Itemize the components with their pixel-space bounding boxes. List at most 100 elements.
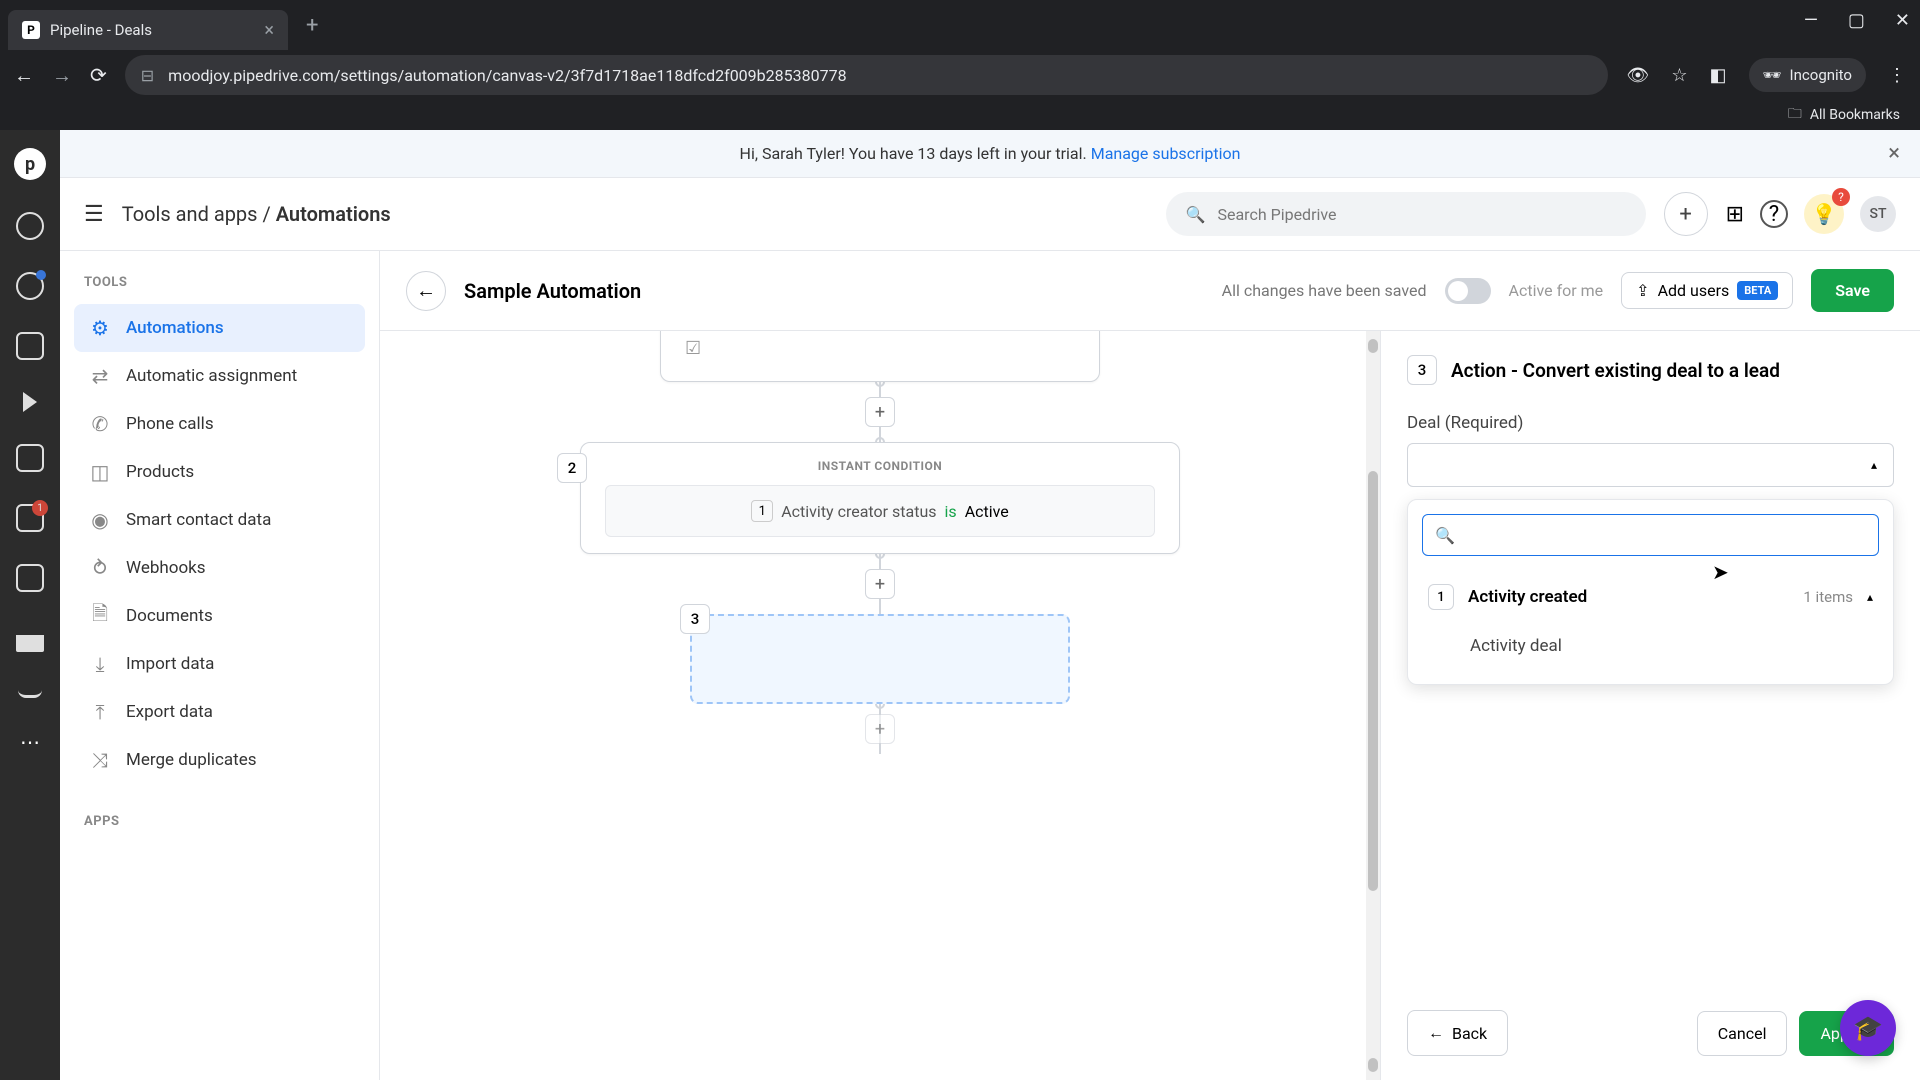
add-users-button[interactable]: ⇪ Add users BETA [1621, 272, 1793, 309]
sidebar-item-export[interactable]: ⤒Export data [74, 688, 365, 736]
rail-campaigns-icon[interactable] [23, 392, 37, 412]
manage-subscription-link[interactable]: Manage subscription [1091, 144, 1241, 163]
import-icon: ⤓ [88, 652, 112, 676]
breadcrumb-parent[interactable]: Tools and apps [122, 202, 258, 226]
minimize-icon[interactable]: — [1804, 10, 1818, 31]
smart-icon: ◉ [88, 508, 112, 532]
help-icon[interactable]: ? [1760, 200, 1788, 228]
incognito-indicator[interactable]: 🕶 Incognito [1749, 58, 1867, 92]
tab-bar: P Pipeline - Deals × + — ▢ ✕ [0, 0, 1920, 50]
back-icon[interactable]: ← [14, 63, 34, 88]
academy-icon: 🎓 [1853, 1014, 1883, 1042]
back-button[interactable]: ← [406, 271, 446, 311]
add-step-button[interactable]: + [865, 714, 895, 744]
sidebar-item-assignment[interactable]: ⇄Automatic assignment [74, 352, 365, 400]
canvas-header: ← Sample Automation All changes have bee… [380, 251, 1920, 331]
avatar[interactable]: ST [1860, 196, 1896, 232]
puzzle-icon[interactable]: ⊞ [1726, 202, 1744, 227]
menu-icon[interactable]: ⋮ [1888, 65, 1906, 86]
condition-value: Active [965, 502, 1009, 521]
cancel-button[interactable]: Cancel [1697, 1011, 1788, 1056]
address-bar: ← → ⟳ ⊟ moodjoy.pipedrive.com/settings/a… [0, 50, 1920, 100]
node-trigger[interactable]: ☑ Activity created [660, 331, 1100, 382]
rail-reports-icon[interactable] [16, 624, 44, 652]
rail-deals-icon[interactable] [16, 272, 44, 300]
new-tab-button[interactable]: + [296, 13, 328, 38]
condition-row[interactable]: 1 Activity creator status is Active [605, 485, 1155, 537]
phone-icon: ✆ [88, 412, 112, 436]
maximize-icon[interactable]: ▢ [1848, 10, 1865, 31]
panel-icon[interactable]: ◧ [1709, 65, 1726, 86]
add-step-button[interactable]: + [865, 397, 895, 427]
icon-rail: p 1 ⋯ [0, 130, 60, 1080]
search-input[interactable]: 🔍 Search Pipedrive [1166, 192, 1646, 236]
help-fab[interactable]: 🎓 [1840, 1000, 1896, 1056]
sidebar-item-import[interactable]: ⤓Import data [74, 640, 365, 688]
node-condition[interactable]: 2 INSTANT CONDITION 1 Activity creator s… [580, 442, 1180, 554]
canvas-scroll[interactable]: ☑ Activity created + 2 [380, 331, 1380, 1080]
dropdown-option-activity-deal[interactable]: Activity deal [1422, 622, 1879, 670]
activity-icon: ☑ [685, 338, 701, 359]
group-count: 1 items [1803, 588, 1853, 606]
all-bookmarks-link[interactable]: All Bookmarks [1810, 107, 1900, 123]
incognito-label: Incognito [1790, 66, 1852, 84]
popup-group-header[interactable]: 1 Activity created 1 items ▴ [1422, 572, 1879, 622]
rail-calendar-icon[interactable] [16, 332, 44, 360]
active-toggle[interactable] [1445, 278, 1491, 304]
eye-off-icon[interactable]: 👁 [1626, 65, 1649, 86]
node-placeholder[interactable]: 3 [690, 614, 1070, 704]
add-button[interactable]: + [1664, 192, 1708, 236]
connector: + [879, 554, 881, 614]
rail-mail-icon[interactable] [16, 444, 44, 472]
save-button[interactable]: Save [1811, 269, 1894, 312]
panel-back-button[interactable]: ← Back [1407, 1010, 1508, 1056]
sidebar-item-automations[interactable]: ⚙Automations [74, 304, 365, 352]
search-icon: 🔍 [1186, 205, 1206, 224]
sidebar-item-webhooks[interactable]: ⥁Webhooks [74, 544, 365, 592]
rail-more-icon[interactable]: ⋯ [20, 730, 40, 754]
reload-icon[interactable]: ⟳ [90, 63, 107, 87]
browser-tab[interactable]: P Pipeline - Deals × [8, 10, 288, 50]
products-icon: ◫ [88, 460, 112, 484]
scrollbar-down[interactable] [1368, 1058, 1378, 1072]
app-logo[interactable]: p [14, 148, 46, 180]
sidebar-item-phone[interactable]: ✆Phone calls [74, 400, 365, 448]
sidebar-item-smart-data[interactable]: ◉ Smart contact data [74, 496, 365, 544]
tab-close-icon[interactable]: × [264, 20, 274, 41]
popup-search-input[interactable] [1463, 526, 1866, 544]
window-controls: — ▢ ✕ [1804, 10, 1910, 31]
scrollbar[interactable] [1366, 331, 1380, 1080]
back-label: Back [1452, 1024, 1487, 1043]
sidebar-item-label: Merge duplicates [126, 750, 257, 770]
webhook-icon: ⥁ [88, 556, 112, 580]
url-input[interactable]: ⊟ moodjoy.pipedrive.com/settings/automat… [125, 55, 1609, 95]
star-icon[interactable]: ☆ [1671, 65, 1687, 86]
breadcrumb-current: Automations [276, 202, 391, 226]
rail-marketplace-icon[interactable] [18, 684, 42, 698]
scrollbar-thumb[interactable] [1368, 471, 1378, 891]
sidebar-item-label: Products [126, 462, 194, 482]
tips-icon[interactable]: 💡 [1804, 194, 1844, 234]
popup-search[interactable]: 🔍 [1422, 514, 1879, 556]
deal-dropdown[interactable]: ▴ [1407, 443, 1894, 487]
rail-contacts-icon[interactable] [16, 564, 44, 592]
forward-icon[interactable]: → [52, 63, 72, 88]
sidebar-item-products[interactable]: ◫ Products [74, 448, 365, 496]
sidebar-item-label: Smart contact data [126, 510, 271, 530]
panel-footer: ← Back Cancel Apply a [1407, 990, 1894, 1056]
sidebar-toggle-icon[interactable]: ☰ [84, 202, 104, 227]
arrow-left-icon: ← [1428, 1023, 1444, 1043]
rail-insights-icon[interactable]: 1 [16, 504, 44, 532]
add-step-button[interactable]: + [865, 569, 895, 599]
scrollbar-up[interactable] [1368, 339, 1378, 353]
panel-step-number: 3 [1407, 355, 1437, 385]
site-settings-icon[interactable]: ⊟ [141, 66, 154, 85]
rail-target-icon[interactable] [16, 212, 44, 240]
close-window-icon[interactable]: ✕ [1895, 10, 1910, 31]
caret-up-icon: ▴ [1867, 590, 1873, 604]
sidebar-item-documents[interactable]: 🗎Documents [74, 592, 365, 640]
sidebar-item-merge[interactable]: ⤨Merge duplicates [74, 736, 365, 784]
banner-close-icon[interactable]: × [1888, 141, 1900, 166]
sidebar-heading-tools: TOOLS [74, 275, 365, 304]
save-status: All changes have been saved [1222, 281, 1427, 300]
